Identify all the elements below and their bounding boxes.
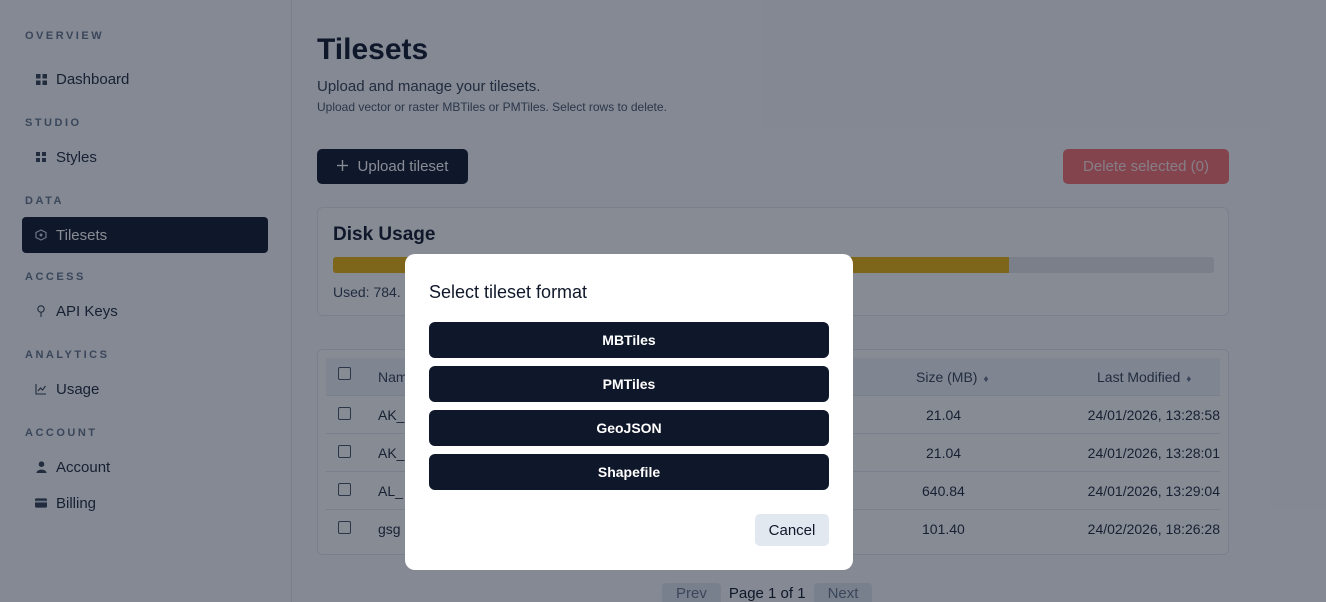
select-format-dialog: Select tileset format MBTiles PMTiles Ge…	[405, 254, 853, 570]
format-shapefile-button[interactable]: Shapefile	[429, 454, 829, 490]
format-mbtiles-button[interactable]: MBTiles	[429, 322, 829, 358]
cancel-button[interactable]: Cancel	[755, 514, 829, 546]
dialog-title: Select tileset format	[429, 282, 588, 302]
format-pmtiles-button[interactable]: PMTiles	[429, 366, 829, 402]
format-geojson-button[interactable]: GeoJSON	[429, 410, 829, 446]
